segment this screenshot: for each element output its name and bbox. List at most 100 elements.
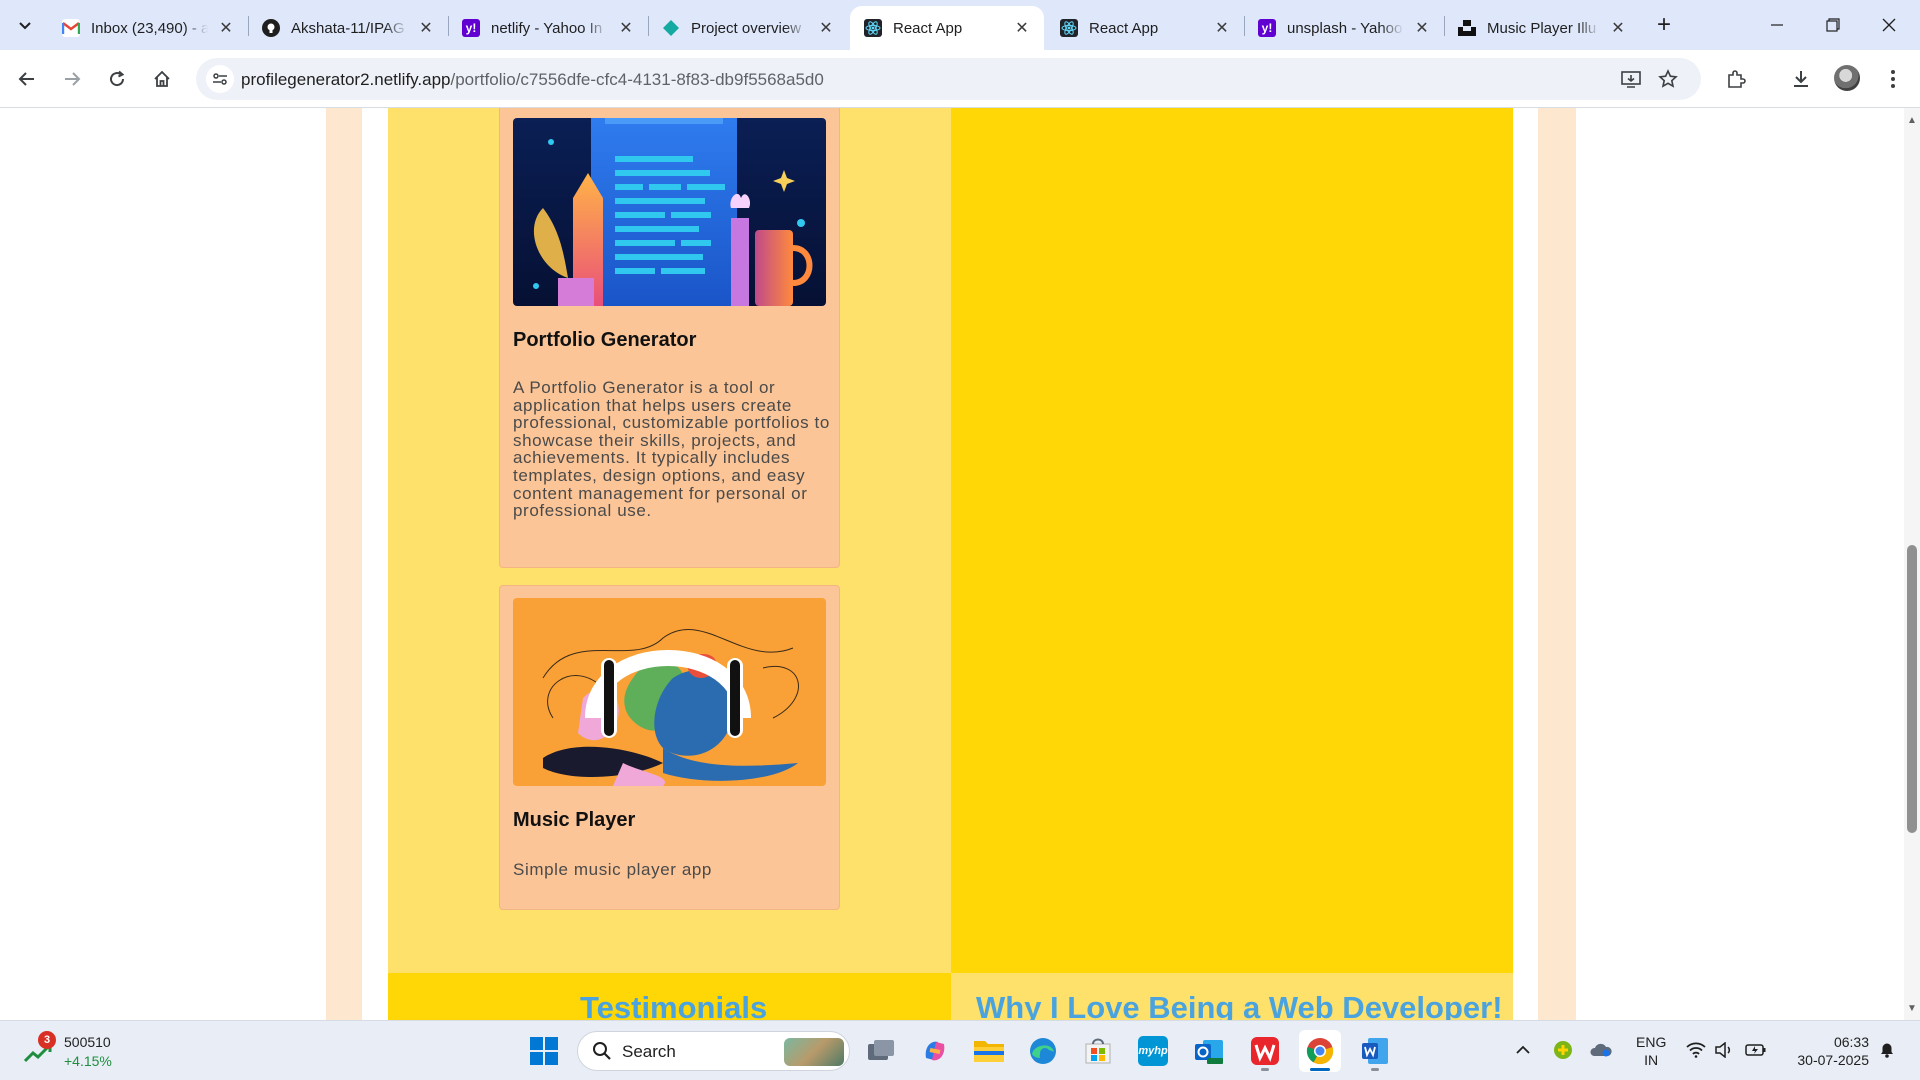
project-description: A Portfolio Generator is a tool or appli…	[513, 378, 830, 521]
copilot-button[interactable]	[914, 1030, 956, 1072]
home-icon	[154, 70, 170, 87]
language-indicator[interactable]: ENG IN	[1636, 1033, 1666, 1069]
outlook-button[interactable]	[1188, 1030, 1230, 1072]
bookmark-star-icon[interactable]	[1656, 67, 1680, 91]
tab-project-overview[interactable]: Project overview ✕	[648, 6, 848, 50]
stock-value: 500510	[64, 1034, 111, 1050]
volume-icon[interactable]	[1713, 1039, 1735, 1061]
tab-title: React App	[893, 19, 963, 37]
close-icon[interactable]: ✕	[1212, 18, 1232, 38]
notification-center-icon[interactable]	[1876, 1039, 1898, 1061]
project-card[interactable]: Portfolio Generator A Portfolio Generato…	[499, 108, 840, 568]
tab-search-button[interactable]	[10, 10, 40, 40]
close-icon[interactable]: ✕	[1608, 18, 1628, 38]
project-description: Simple music player app	[513, 860, 712, 879]
copilot-icon	[925, 1041, 945, 1061]
page-scrollbar[interactable]: ▲ ▼	[1904, 108, 1920, 1020]
word-button[interactable]	[1354, 1030, 1396, 1072]
store-icon	[1085, 1038, 1111, 1064]
react-icon	[864, 19, 882, 37]
project-card[interactable]: Music Player Simple music player app	[499, 585, 840, 910]
edge-icon	[1030, 1038, 1056, 1064]
close-icon[interactable]: ✕	[1412, 18, 1432, 38]
downloads-button[interactable]	[1783, 61, 1819, 97]
new-tab-button[interactable]: +	[1650, 11, 1678, 39]
language-region: IN	[1644, 1052, 1659, 1068]
download-icon	[1794, 71, 1808, 87]
file-explorer-button[interactable]	[968, 1030, 1010, 1072]
profile-avatar[interactable]	[1834, 65, 1860, 91]
tab-yahoo-unsplash[interactable]: y! unsplash - Yahoo ✕	[1244, 6, 1444, 50]
github-icon	[262, 19, 280, 37]
battery-icon[interactable]	[1745, 1039, 1767, 1061]
site-info-icon[interactable]	[206, 65, 234, 93]
close-icon[interactable]: ✕	[216, 18, 236, 38]
gmail-icon	[62, 19, 80, 37]
tab-strip: Inbox (23,490) - a ✕ Akshata-11/IPAG ✕ y…	[0, 0, 1920, 50]
close-icon	[1882, 18, 1896, 32]
wifi-icon[interactable]	[1685, 1039, 1707, 1061]
tab-yahoo-netlify[interactable]: y! netlify - Yahoo In ✕	[448, 6, 648, 50]
scroll-up-arrow-icon[interactable]: ▲	[1907, 116, 1917, 126]
address-bar[interactable]: profilegenerator2.netlify.app/portfolio/…	[196, 58, 1701, 100]
wps-icon	[1251, 1037, 1279, 1065]
tab-react-app[interactable]: React App ✕	[1046, 6, 1244, 50]
install-app-icon[interactable]	[1619, 67, 1643, 91]
netlify-icon	[662, 19, 680, 37]
close-icon[interactable]: ✕	[616, 18, 636, 38]
onedrive-icon[interactable]	[1590, 1039, 1612, 1061]
outlook-icon	[1195, 1040, 1223, 1064]
forward-button[interactable]	[54, 61, 90, 97]
menu-button[interactable]	[1875, 61, 1911, 97]
tab-title: Music Player Illu	[1487, 19, 1597, 37]
start-button[interactable]	[523, 1030, 565, 1072]
myhp-button[interactable]: myhp	[1132, 1030, 1174, 1072]
restore-icon	[1826, 18, 1840, 32]
restore-button[interactable]	[1805, 0, 1861, 50]
reload-button[interactable]	[99, 61, 135, 97]
clock-date: 30-07-2025	[1797, 1052, 1869, 1068]
back-button[interactable]	[9, 61, 45, 97]
scrollbar-thumb[interactable]	[1907, 545, 1917, 833]
tray-app-icon[interactable]	[1552, 1039, 1574, 1061]
tab-gmail[interactable]: Inbox (23,490) - a ✕	[48, 6, 248, 50]
why-web-dev-heading: Why I Love Being a Web Developer!	[976, 990, 1503, 1020]
chrome-icon	[1306, 1038, 1334, 1065]
chrome-button[interactable]	[1299, 1030, 1341, 1072]
yahoo-icon: y!	[462, 19, 480, 37]
active-indicator	[1310, 1068, 1330, 1071]
running-indicator	[1371, 1068, 1379, 1071]
wps-office-button[interactable]	[1244, 1030, 1286, 1072]
tab-music-player[interactable]: Music Player Illu ✕	[1444, 6, 1640, 50]
url-path: /portfolio/c7556dfe-cfc4-4131-8f83-db9f5…	[450, 70, 824, 89]
tab-react-app-active[interactable]: React App ✕	[850, 6, 1044, 50]
extensions-button[interactable]	[1718, 61, 1754, 97]
system-clock[interactable]: 06:33 30-07-2025	[1787, 1033, 1869, 1069]
edge-button[interactable]	[1022, 1030, 1064, 1072]
close-window-button[interactable]	[1861, 0, 1917, 50]
tab-title: Project overview	[691, 19, 802, 37]
folder-icon	[974, 1041, 1004, 1062]
minimize-button[interactable]	[1749, 0, 1805, 50]
close-icon[interactable]: ✕	[1012, 18, 1032, 38]
close-icon[interactable]: ✕	[816, 18, 836, 38]
ms-store-button[interactable]	[1077, 1030, 1119, 1072]
myhp-icon: myhp	[1138, 1036, 1168, 1066]
running-indicator	[1261, 1068, 1269, 1071]
url-text[interactable]: profilegenerator2.netlify.app/portfolio/…	[241, 70, 824, 90]
home-button[interactable]	[144, 61, 180, 97]
project-image-portfolio	[513, 118, 826, 306]
scroll-down-arrow-icon[interactable]: ▼	[1907, 1004, 1917, 1014]
taskbar-search[interactable]: Search	[577, 1031, 850, 1071]
task-view-button[interactable]	[860, 1030, 902, 1072]
page-viewport: Portfolio Generator A Portfolio Generato…	[0, 108, 1904, 1020]
stock-widget[interactable]: 3 500510 +4.15%	[24, 1031, 144, 1071]
right-column	[951, 108, 1513, 973]
tab-title: React App	[1089, 19, 1159, 37]
tab-github[interactable]: Akshata-11/IPAG ✕	[248, 6, 448, 50]
windows-logo-icon	[530, 1037, 558, 1065]
show-hidden-icons-button[interactable]	[1512, 1039, 1534, 1061]
yahoo-icon: y!	[1258, 19, 1276, 37]
close-icon[interactable]: ✕	[416, 18, 436, 38]
task-view-icon	[868, 1040, 894, 1060]
